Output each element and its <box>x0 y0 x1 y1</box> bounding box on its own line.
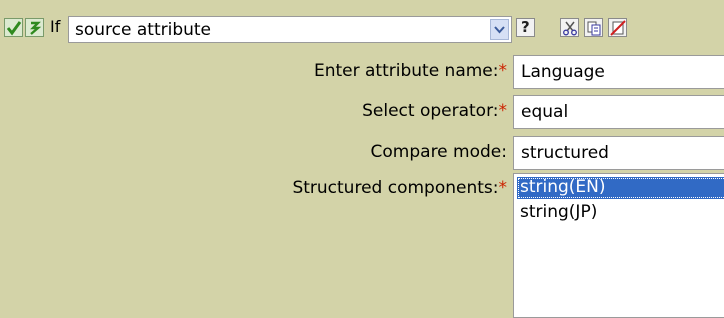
structured-components-label: Structured components:* <box>292 178 507 198</box>
delete-icon[interactable] <box>608 18 627 37</box>
list-item[interactable]: string(EN) <box>517 177 724 199</box>
required-marker: * <box>498 61 508 81</box>
dropdown-arrow-icon[interactable] <box>490 19 509 40</box>
condition-select-value: source attribute <box>75 20 212 40</box>
help-icon-glyph: ? <box>521 18 530 36</box>
copy-icon[interactable] <box>584 18 603 37</box>
operator-value: equal <box>521 102 569 122</box>
help-icon[interactable]: ? <box>516 18 535 37</box>
cut-icon[interactable] <box>560 18 579 37</box>
condition-select[interactable]: source attribute <box>68 16 512 43</box>
condition-panel: If source attribute ? Enter attribute na… <box>0 0 724 318</box>
attribute-name-value: Language <box>521 62 605 82</box>
compare-mode-value: structured <box>521 143 609 163</box>
structured-components-list[interactable]: string(EN) string(JP) <box>513 173 724 318</box>
required-marker: * <box>498 178 508 198</box>
toggle-icon[interactable] <box>25 18 44 37</box>
required-marker: * <box>498 101 508 121</box>
operator-field[interactable]: equal <box>513 95 724 129</box>
check-icon[interactable] <box>4 18 23 37</box>
list-item[interactable]: string(JP) <box>517 202 597 224</box>
if-label: If <box>50 17 61 36</box>
attribute-name-field[interactable]: Language <box>513 55 724 89</box>
operator-label: Select operator:* <box>362 101 507 121</box>
compare-mode-label: Compare mode: <box>370 142 507 162</box>
attribute-name-label: Enter attribute name:* <box>313 61 508 81</box>
compare-mode-field[interactable]: structured <box>513 136 724 170</box>
